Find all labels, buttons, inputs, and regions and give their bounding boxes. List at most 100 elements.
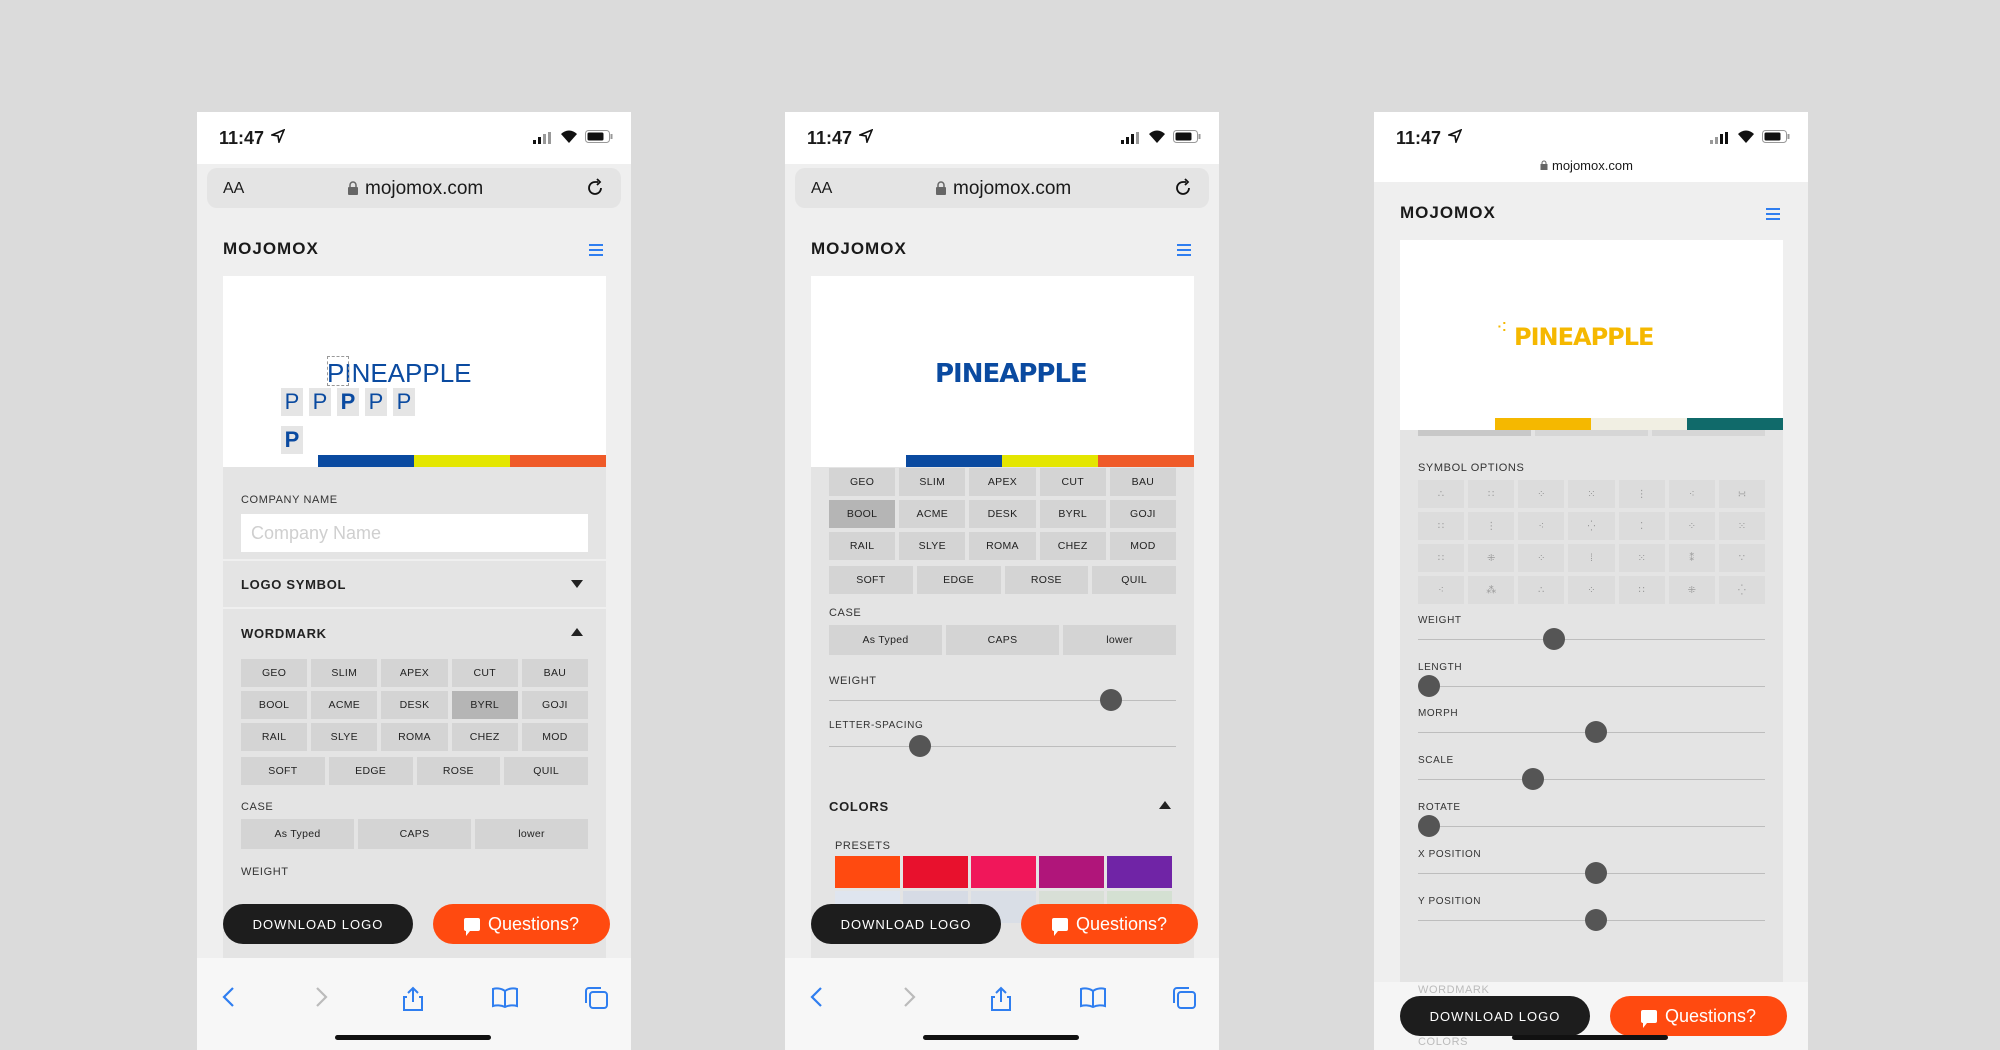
scale-slider-track[interactable] [1418, 779, 1765, 780]
symbol-option[interactable]: P [337, 388, 359, 416]
font-chip-rail[interactable]: RAIL [829, 532, 896, 560]
chevron-down-icon[interactable] [571, 580, 583, 588]
weight-slider-knob[interactable] [1099, 689, 1122, 711]
symbol-cell[interactable]: ∷ [1468, 480, 1515, 508]
symbol-cell[interactable]: ∺ [1718, 480, 1765, 508]
tabs-icon[interactable] [1171, 986, 1197, 1010]
hamburger-menu-icon[interactable] [589, 244, 603, 256]
symbol-cell[interactable]: ∵ [1718, 544, 1765, 572]
font-chip-rose[interactable]: ROSE [416, 757, 501, 785]
questions-button[interactable]: Questions? [1610, 996, 1787, 1036]
font-chip-slye[interactable]: SLYE [311, 723, 378, 751]
download-logo-button[interactable]: DOWNLOAD LOGO [811, 904, 1001, 944]
hamburger-menu-icon[interactable] [1177, 244, 1191, 256]
font-chip-chez[interactable]: CHEZ [451, 723, 518, 751]
text-size-button[interactable]: AA [811, 180, 832, 198]
symbol-cell[interactable]: ∷ [1618, 576, 1665, 604]
font-chip-cut[interactable]: CUT [1039, 468, 1106, 496]
weight-slider-track[interactable] [1418, 639, 1765, 640]
symbol-cell[interactable]: ⁛ [1718, 576, 1765, 604]
preset-swatch[interactable] [1039, 856, 1104, 888]
brand-logo[interactable]: MOJOMOX [223, 239, 319, 259]
font-chip-bau[interactable]: BAU [1109, 468, 1176, 496]
symbol-cell[interactable]: ⁞ [1568, 544, 1615, 572]
url-text[interactable]: mojomox.com [953, 178, 1071, 200]
wordmark-heading[interactable]: WORDMARK [241, 626, 327, 641]
back-arrow-icon[interactable] [221, 986, 235, 1008]
font-chip-desk[interactable]: DESK [969, 500, 1036, 528]
brand-logo[interactable]: MOJOMOX [811, 239, 907, 259]
brand-logo[interactable]: MOJOMOX [1400, 203, 1496, 223]
reload-icon[interactable] [585, 178, 605, 198]
x-position-slider-knob[interactable] [1584, 862, 1607, 884]
font-chip-acme[interactable]: ACME [899, 500, 966, 528]
preset-swatch[interactable] [1107, 856, 1172, 888]
length-slider-track[interactable] [1418, 686, 1765, 687]
download-logo-button[interactable]: DOWNLOAD LOGO [1400, 996, 1590, 1036]
forward-arrow-icon[interactable] [903, 986, 917, 1008]
preset-swatch[interactable] [903, 856, 968, 888]
symbol-cell[interactable]: ⁂ [1468, 576, 1515, 604]
y-position-slider-knob[interactable] [1584, 909, 1607, 931]
font-chip-byrl[interactable]: BYRL [451, 691, 518, 719]
font-chip-geo[interactable]: GEO [829, 468, 896, 496]
font-chip-roma[interactable]: ROMA [381, 723, 448, 751]
address-bar[interactable]: AA mojomox.com [795, 168, 1209, 208]
case-caps[interactable]: CAPS [946, 625, 1059, 655]
symbol-cell[interactable]: ⁛ [1568, 512, 1615, 540]
logo-symbol-section[interactable]: LOGO SYMBOL [223, 561, 606, 607]
font-chip-rose[interactable]: ROSE [1004, 566, 1089, 594]
font-chip-byrl[interactable]: BYRL [1039, 500, 1106, 528]
font-chip-rail[interactable]: RAIL [241, 723, 308, 751]
preset-swatch[interactable] [835, 856, 900, 888]
address-bar[interactable]: AA mojomox.com [207, 168, 621, 208]
font-chip-quil[interactable]: QUIL [1092, 566, 1176, 594]
logo-symbol-heading[interactable]: LOGO SYMBOL [241, 577, 346, 592]
symbol-cell[interactable]: ⁚ [1618, 512, 1665, 540]
symbol-option[interactable]: P [393, 388, 415, 416]
chevron-up-icon[interactable] [1159, 801, 1171, 809]
share-icon[interactable] [989, 986, 1013, 1012]
font-chip-mod[interactable]: MOD [1109, 532, 1176, 560]
symbol-option[interactable]: P [281, 388, 303, 416]
back-arrow-icon[interactable] [809, 986, 823, 1008]
symbol-cell[interactable]: ⁙ [1618, 544, 1665, 572]
company-name-input[interactable]: Company Name [241, 514, 588, 552]
symbol-cell[interactable]: ⁘ [1568, 576, 1615, 604]
symbol-cell[interactable]: ⁙ [1718, 512, 1765, 540]
letter-spacing-slider-knob[interactable] [908, 735, 931, 757]
rotate-slider-knob[interactable] [1418, 815, 1440, 837]
font-chip-apex[interactable]: APEX [969, 468, 1036, 496]
reload-icon[interactable] [1173, 178, 1193, 198]
symbol-cell[interactable]: ∷ [1418, 544, 1465, 572]
symbol-cell[interactable]: ⁖ [1668, 480, 1715, 508]
letter-spacing-slider-track[interactable] [829, 746, 1176, 747]
symbol-option[interactable]: P [365, 388, 387, 416]
symbol-cell[interactable]: ⁑ [1668, 544, 1715, 572]
symbol-cell[interactable]: ⁜ [1468, 544, 1515, 572]
case-lower[interactable]: lower [475, 819, 588, 849]
font-chip-soft[interactable]: SOFT [829, 566, 913, 594]
chevron-up-icon[interactable] [571, 628, 583, 636]
symbol-option[interactable]: P [281, 426, 303, 454]
colors-section-peek[interactable]: COLORS [1418, 1036, 1468, 1048]
symbol-cell[interactable]: ∴ [1418, 480, 1465, 508]
bookmarks-icon[interactable] [491, 986, 519, 1008]
symbol-option[interactable]: P [309, 388, 331, 416]
font-chip-apex[interactable]: APEX [381, 659, 448, 687]
symbol-cell[interactable]: ⁘ [1668, 512, 1715, 540]
rotate-slider-track[interactable] [1418, 826, 1765, 827]
font-chip-bool[interactable]: BOOL [829, 500, 896, 528]
symbol-cell[interactable]: ⁜ [1668, 576, 1715, 604]
case-caps[interactable]: CAPS [358, 819, 471, 849]
wordmark-section-peek[interactable]: WORDMARK [1418, 984, 1489, 996]
url-text[interactable]: mojomox.com [365, 178, 483, 200]
font-chip-geo[interactable]: GEO [241, 659, 308, 687]
symbol-cell[interactable]: ⁘ [1518, 480, 1565, 508]
font-chip-roma[interactable]: ROMA [969, 532, 1036, 560]
font-chip-edge[interactable]: EDGE [328, 757, 413, 785]
forward-arrow-icon[interactable] [315, 986, 329, 1008]
text-size-button[interactable]: AA [223, 180, 244, 198]
case-as-typed[interactable]: As Typed [829, 625, 942, 655]
questions-button[interactable]: Questions? [1021, 904, 1198, 944]
